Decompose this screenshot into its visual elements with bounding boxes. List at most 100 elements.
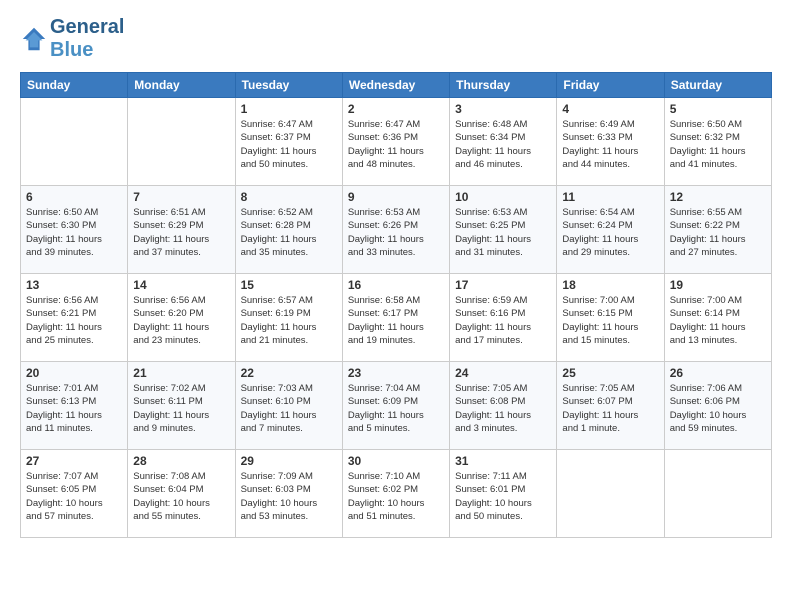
day-number: 3 [455, 102, 551, 116]
calendar-cell: 8Sunrise: 6:52 AMSunset: 6:28 PMDaylight… [235, 186, 342, 274]
calendar-cell: 21 Sunrise: 7:02 AMSunset: 6:11 PMDayligh… [128, 362, 235, 450]
day-number: 7 [133, 190, 229, 204]
day-number: 5 [670, 102, 766, 116]
calendar-cell: 26Sunrise: 7:06 AMSunset: 6:06 PMDayligh… [664, 362, 771, 450]
day-info: Sunrise: 7:02 AMSunset: 6:11 PMDaylight:… [133, 382, 229, 435]
calendar-cell: 2 Sunrise: 6:47 AMSunset: 6:36 PMDaylight… [342, 98, 449, 186]
calendar-cell: 12 Sunrise: 6:55 AMSunset: 6:22 PMDayligh… [664, 186, 771, 274]
calendar-week-row: 1 Sunrise: 6:47 AMSunset: 6:37 PMDaylight… [21, 98, 772, 186]
day-number: 10 [455, 190, 551, 204]
day-info: Sunrise: 7:00 AMSunset: 6:15 PMDaylight:… [562, 294, 658, 347]
calendar-cell: 23Sunrise: 7:04 AMSunset: 6:09 PMDayligh… [342, 362, 449, 450]
calendar-cell: 16Sunrise: 6:58 AMSunset: 6:17 PMDayligh… [342, 274, 449, 362]
day-number: 17 [455, 278, 551, 292]
day-number: 29 [241, 454, 337, 468]
day-info: Sunrise: 7:09 AMSunset: 6:03 PMDaylight:… [241, 470, 337, 523]
day-number: 26 [670, 366, 766, 380]
day-number: 20 [26, 366, 122, 380]
weekday-header: Wednesday [342, 73, 449, 98]
logo-icon [20, 25, 48, 53]
day-number: 23 [348, 366, 444, 380]
day-info: Sunrise: 6:54 AMSunset: 6:24 PMDaylight:… [562, 206, 658, 259]
day-number: 15 [241, 278, 337, 292]
day-info: Sunrise: 6:52 AMSunset: 6:28 PMDaylight:… [241, 206, 337, 259]
calendar-cell [557, 450, 664, 538]
calendar-cell: 5 Sunrise: 6:50 AMSunset: 6:32 PMDaylight… [664, 98, 771, 186]
weekday-header: Thursday [450, 73, 557, 98]
day-info: Sunrise: 7:05 AMSunset: 6:08 PMDaylight:… [455, 382, 551, 435]
day-number: 27 [26, 454, 122, 468]
calendar-cell: 22Sunrise: 7:03 AMSunset: 6:10 PMDayligh… [235, 362, 342, 450]
day-info: Sunrise: 7:11 AMSunset: 6:01 PMDaylight:… [455, 470, 551, 523]
day-info: Sunrise: 6:50 AMSunset: 6:30 PMDaylight:… [26, 206, 122, 259]
day-info: Sunrise: 7:01 AMSunset: 6:13 PMDaylight:… [26, 382, 122, 435]
day-number: 25 [562, 366, 658, 380]
calendar-week-row: 13 Sunrise: 6:56 AMSunset: 6:21 PMDayligh… [21, 274, 772, 362]
day-number: 18 [562, 278, 658, 292]
calendar-week-row: 20 Sunrise: 7:01 AMSunset: 6:13 PMDayligh… [21, 362, 772, 450]
calendar-cell: 4 Sunrise: 6:49 AMSunset: 6:33 PMDaylight… [557, 98, 664, 186]
calendar-week-row: 6 Sunrise: 6:50 AMSunset: 6:30 PMDaylight… [21, 186, 772, 274]
day-number: 19 [670, 278, 766, 292]
day-info: Sunrise: 6:48 AMSunset: 6:34 PMDaylight:… [455, 118, 551, 171]
header: General Blue [20, 16, 772, 62]
day-number: 30 [348, 454, 444, 468]
weekday-header: Monday [128, 73, 235, 98]
day-info: Sunrise: 7:08 AMSunset: 6:04 PMDaylight:… [133, 470, 229, 523]
day-number: 2 [348, 102, 444, 116]
day-number: 24 [455, 366, 551, 380]
day-info: Sunrise: 6:49 AMSunset: 6:33 PMDaylight:… [562, 118, 658, 171]
day-number: 1 [241, 102, 337, 116]
calendar-header-row: SundayMondayTuesdayWednesdayThursdayFrid… [21, 73, 772, 98]
page: General Blue SundayMondayTuesdayWednesda… [0, 0, 792, 548]
day-number: 16 [348, 278, 444, 292]
calendar-cell: 20 Sunrise: 7:01 AMSunset: 6:13 PMDayligh… [21, 362, 128, 450]
calendar-cell: 13 Sunrise: 6:56 AMSunset: 6:21 PMDayligh… [21, 274, 128, 362]
calendar-cell: 28 Sunrise: 7:08 AMSunset: 6:04 PMDayligh… [128, 450, 235, 538]
calendar-table: SundayMondayTuesdayWednesdayThursdayFrid… [20, 72, 772, 538]
day-info: Sunrise: 7:05 AMSunset: 6:07 PMDaylight:… [562, 382, 658, 435]
calendar-cell: 9Sunrise: 6:53 AMSunset: 6:26 PMDaylight… [342, 186, 449, 274]
calendar-cell: 25 Sunrise: 7:05 AMSunset: 6:07 PMDayligh… [557, 362, 664, 450]
weekday-header: Sunday [21, 73, 128, 98]
calendar-cell [21, 98, 128, 186]
weekday-header: Tuesday [235, 73, 342, 98]
day-info: Sunrise: 6:57 AMSunset: 6:19 PMDaylight:… [241, 294, 337, 347]
calendar-cell: 10Sunrise: 6:53 AMSunset: 6:25 PMDayligh… [450, 186, 557, 274]
calendar-cell: 15 Sunrise: 6:57 AMSunset: 6:19 PMDayligh… [235, 274, 342, 362]
day-number: 6 [26, 190, 122, 204]
calendar-cell: 27Sunrise: 7:07 AMSunset: 6:05 PMDayligh… [21, 450, 128, 538]
day-info: Sunrise: 6:56 AMSunset: 6:21 PMDaylight:… [26, 294, 122, 347]
day-number: 12 [670, 190, 766, 204]
calendar-cell: 1 Sunrise: 6:47 AMSunset: 6:37 PMDaylight… [235, 98, 342, 186]
day-info: Sunrise: 6:53 AMSunset: 6:26 PMDaylight:… [348, 206, 444, 259]
weekday-header: Friday [557, 73, 664, 98]
day-number: 4 [562, 102, 658, 116]
day-number: 28 [133, 454, 229, 468]
calendar-week-row: 27Sunrise: 7:07 AMSunset: 6:05 PMDayligh… [21, 450, 772, 538]
day-info: Sunrise: 6:55 AMSunset: 6:22 PMDaylight:… [670, 206, 766, 259]
day-number: 14 [133, 278, 229, 292]
calendar-cell: 19Sunrise: 7:00 AMSunset: 6:14 PMDayligh… [664, 274, 771, 362]
calendar-cell: 7 Sunrise: 6:51 AMSunset: 6:29 PMDaylight… [128, 186, 235, 274]
day-info: Sunrise: 6:51 AMSunset: 6:29 PMDaylight:… [133, 206, 229, 259]
day-number: 11 [562, 190, 658, 204]
day-number: 13 [26, 278, 122, 292]
calendar-cell: 18 Sunrise: 7:00 AMSunset: 6:15 PMDayligh… [557, 274, 664, 362]
calendar-cell: 30 Sunrise: 7:10 AMSunset: 6:02 PMDayligh… [342, 450, 449, 538]
calendar-cell: 3 Sunrise: 6:48 AMSunset: 6:34 PMDaylight… [450, 98, 557, 186]
day-info: Sunrise: 6:56 AMSunset: 6:20 PMDaylight:… [133, 294, 229, 347]
calendar-cell: 29 Sunrise: 7:09 AMSunset: 6:03 PMDayligh… [235, 450, 342, 538]
day-info: Sunrise: 6:50 AMSunset: 6:32 PMDaylight:… [670, 118, 766, 171]
calendar-cell: 6 Sunrise: 6:50 AMSunset: 6:30 PMDaylight… [21, 186, 128, 274]
logo: General Blue [20, 16, 124, 62]
day-info: Sunrise: 6:47 AMSunset: 6:37 PMDaylight:… [241, 118, 337, 171]
day-number: 21 [133, 366, 229, 380]
calendar-cell [128, 98, 235, 186]
day-number: 31 [455, 454, 551, 468]
day-info: Sunrise: 7:10 AMSunset: 6:02 PMDaylight:… [348, 470, 444, 523]
day-info: Sunrise: 6:47 AMSunset: 6:36 PMDaylight:… [348, 118, 444, 171]
calendar-cell [664, 450, 771, 538]
calendar-cell: 11 Sunrise: 6:54 AMSunset: 6:24 PMDayligh… [557, 186, 664, 274]
calendar-cell: 31 Sunrise: 7:11 AMSunset: 6:01 PMDayligh… [450, 450, 557, 538]
